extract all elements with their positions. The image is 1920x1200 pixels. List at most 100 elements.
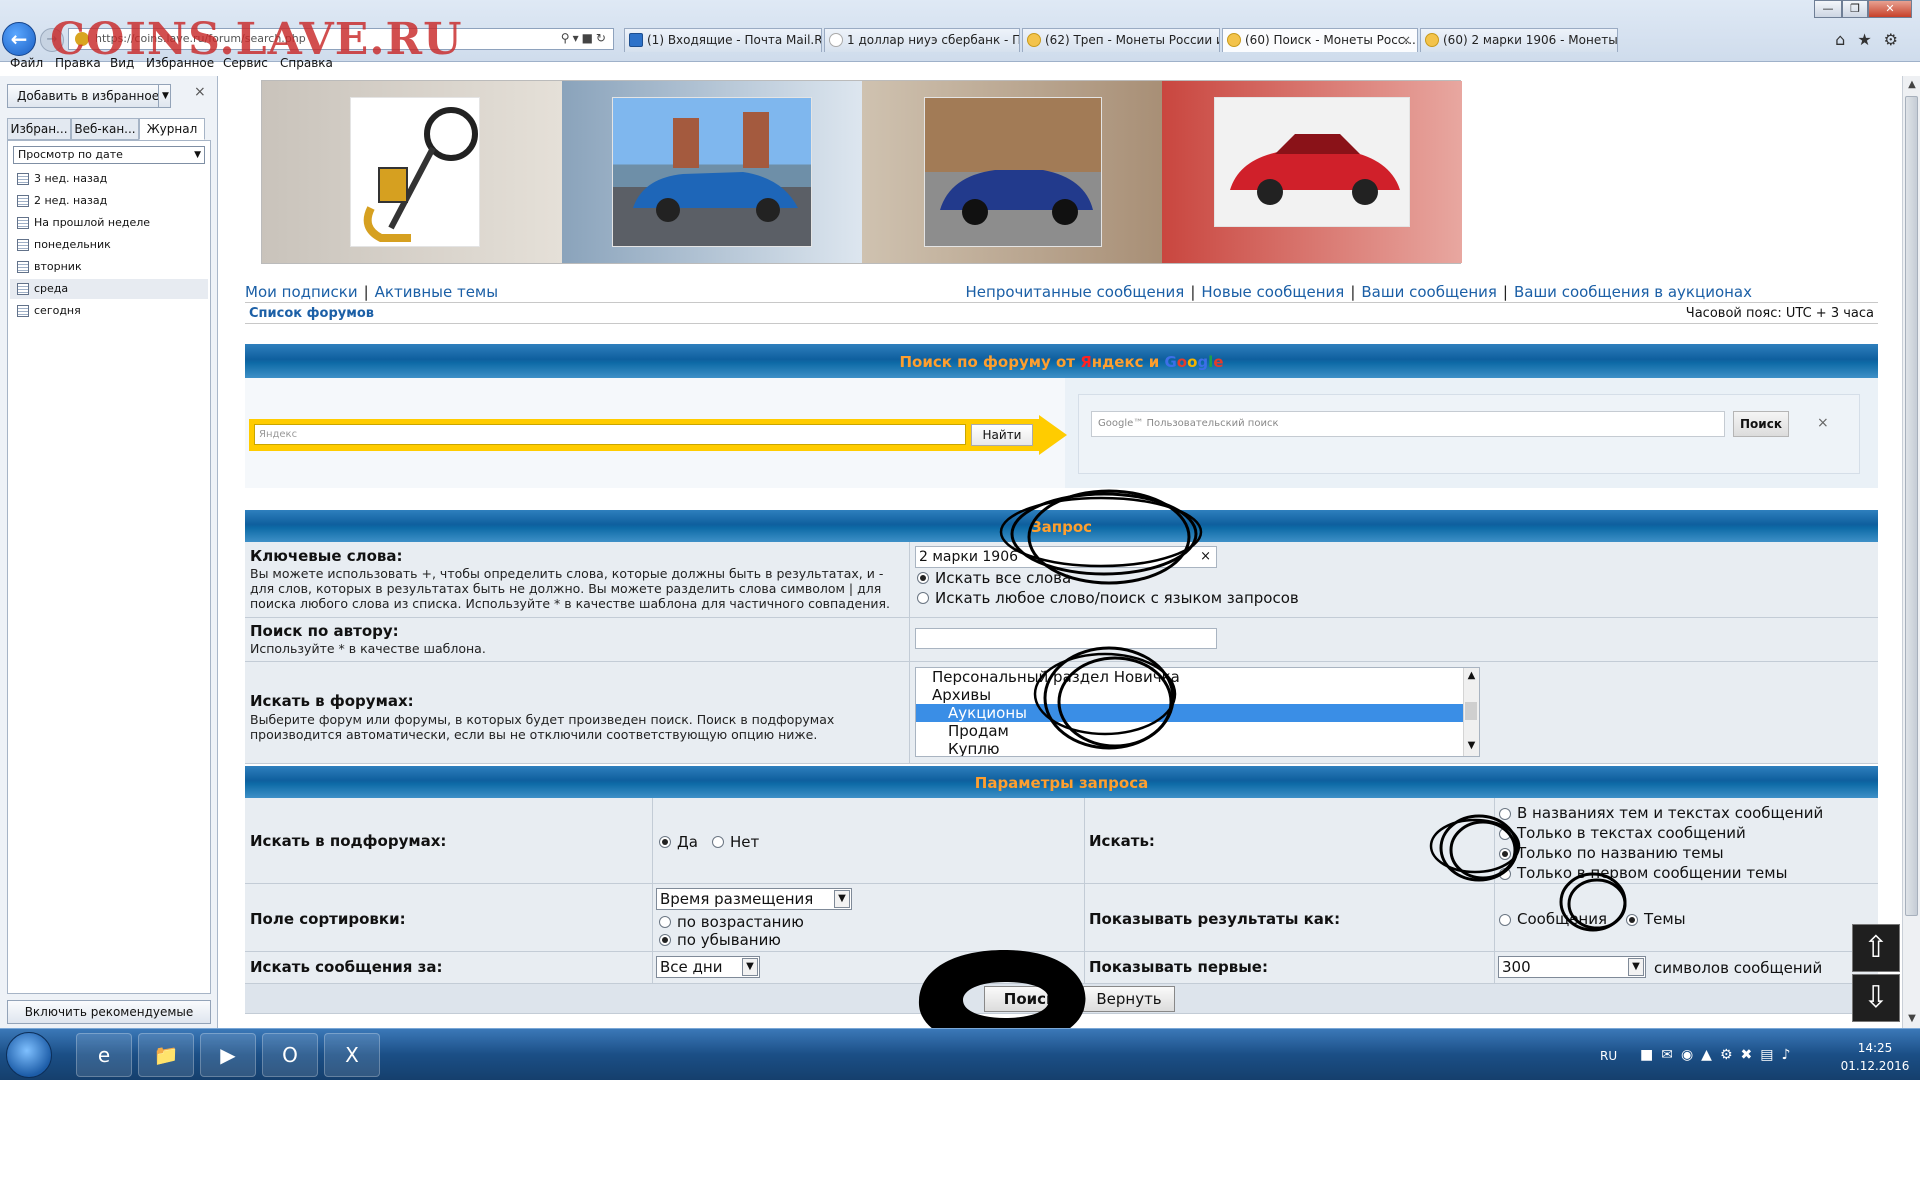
menu-file[interactable]: Файл xyxy=(10,56,43,70)
all-words-radio[interactable] xyxy=(917,572,929,584)
your-posts-link[interactable]: Ваши сообщения xyxy=(1361,283,1497,301)
history-item[interactable]: На прошлой неделе xyxy=(10,213,208,233)
author-input[interactable] xyxy=(915,628,1217,649)
tray-icons[interactable]: ■✉◉▲⚙✖▤♪ xyxy=(1640,1047,1798,1063)
ad-dark-blue-car[interactable] xyxy=(862,81,1162,263)
tab-favorites[interactable]: Избран... xyxy=(7,118,71,140)
scroll-thumb[interactable] xyxy=(1905,96,1918,916)
menu-view[interactable]: Вид xyxy=(110,56,134,70)
menu-edit[interactable]: Правка xyxy=(55,56,101,70)
chevron-up-icon[interactable]: ▲ xyxy=(1464,670,1479,681)
reset-button[interactable]: Вернуть xyxy=(1083,986,1175,1012)
internet-explorer-icon[interactable]: e xyxy=(76,1033,132,1077)
minimize-button[interactable]: — xyxy=(1814,0,1842,18)
any-word-radio[interactable] xyxy=(917,592,929,604)
forums-listbox[interactable]: Персональный раздел Новичка Архивы Аукци… xyxy=(915,667,1480,757)
ad-banner[interactable] xyxy=(261,80,1462,264)
chevron-up-icon[interactable]: ▲ xyxy=(1903,76,1920,94)
language-indicator[interactable]: RU xyxy=(1600,1049,1617,1063)
tab-history[interactable]: Журнал xyxy=(139,118,205,140)
address-tools-icons[interactable]: ⚲▾■↻ xyxy=(561,31,609,45)
history-item[interactable]: понедельник xyxy=(10,235,208,255)
folder-icon[interactable]: 📁 xyxy=(138,1033,194,1077)
history-item[interactable]: вторник xyxy=(10,257,208,277)
panel-close-icon[interactable]: × xyxy=(194,84,206,100)
listbox-scrollbar[interactable]: ▲ ▼ xyxy=(1463,668,1479,756)
start-button[interactable] xyxy=(6,1032,52,1078)
chevron-down-icon[interactable]: ▼ xyxy=(158,85,172,107)
period-select[interactable]: Все дни ▼ xyxy=(656,956,760,978)
menu-help[interactable]: Справка xyxy=(280,56,333,70)
tab-search-active[interactable]: (60) Поиск - Монеты Росс... × xyxy=(1222,28,1418,52)
search-in-radio[interactable] xyxy=(1499,868,1511,880)
ad-red-car[interactable] xyxy=(1162,81,1462,263)
forward-button[interactable]: → xyxy=(40,28,64,52)
back-button[interactable]: ← xyxy=(2,22,36,56)
scroll-bottom-arrow-icon[interactable]: ⇩ xyxy=(1852,974,1900,1022)
keywords-input[interactable]: 2 марки 1906 × xyxy=(915,546,1217,568)
chevron-down-icon[interactable]: ▼ xyxy=(834,890,850,908)
sort-asc-radio[interactable] xyxy=(659,916,671,928)
yandex-search-input[interactable]: Яндекс xyxy=(254,424,966,445)
scroll-thumb[interactable] xyxy=(1465,702,1477,720)
your-auction-posts-link[interactable]: Ваши сообщения в аукционах xyxy=(1514,283,1752,301)
tab-trep[interactable]: (62) Треп - Монеты России и ... xyxy=(1022,28,1220,52)
history-item[interactable]: 3 нед. назад xyxy=(10,169,208,189)
show-first-select[interactable]: 300 ▼ xyxy=(1498,956,1646,978)
forum-option-selected[interactable]: Аукционы xyxy=(916,704,1464,722)
ad-blue-car[interactable] xyxy=(562,81,862,263)
chevron-down-icon[interactable]: ▼ xyxy=(1464,740,1479,751)
show-posts-radio[interactable] xyxy=(1499,914,1511,926)
search-in-radio[interactable] xyxy=(1499,828,1511,840)
chevron-down-icon[interactable]: ▼ xyxy=(742,958,758,976)
maximize-button[interactable]: ❐ xyxy=(1842,0,1868,18)
forum-option[interactable]: Продам xyxy=(916,722,1464,740)
excel-icon[interactable]: X xyxy=(324,1033,380,1077)
menu-tools[interactable]: Сервис xyxy=(223,56,268,70)
page-scrollbar[interactable]: ▲ ▼ xyxy=(1902,76,1920,1028)
forum-option[interactable]: Куплю xyxy=(916,740,1464,756)
suggested-sites-button[interactable]: Включить рекомендуемые сай... xyxy=(7,1000,211,1041)
outlook-icon[interactable]: O xyxy=(262,1033,318,1077)
add-to-favorites-button[interactable]: Добавить в избранное ▼ xyxy=(7,84,171,108)
scroll-top-arrow-icon[interactable]: ⇧ xyxy=(1852,924,1900,972)
forum-option[interactable]: Архивы xyxy=(916,686,1464,704)
tab-2-marki[interactable]: (60) 2 марки 1906 - Монеты Р... xyxy=(1420,28,1618,52)
history-item[interactable]: сегодня xyxy=(10,301,208,321)
address-bar[interactable]: https://coins.lave.ru/forum/search.php ⚲… xyxy=(68,28,614,50)
sort-field-select[interactable]: Время размещения ▼ xyxy=(656,888,852,910)
history-item[interactable]: среда xyxy=(10,279,208,299)
home-favorites-settings-icons[interactable]: ⌂★⚙ xyxy=(1835,30,1910,49)
google-clear-icon[interactable]: × xyxy=(1817,415,1829,431)
my-subscriptions-link[interactable]: Мои подписки xyxy=(245,283,358,301)
ad-metal-detector[interactable] xyxy=(262,81,562,263)
new-posts-link[interactable]: Новые сообщения xyxy=(1201,283,1344,301)
clock[interactable]: 14:25 01.12.2016 xyxy=(1840,1039,1910,1075)
active-topics-link[interactable]: Активные темы xyxy=(375,283,498,301)
google-search-button[interactable]: Поиск xyxy=(1733,411,1789,437)
close-button[interactable]: ✕ xyxy=(1868,0,1912,18)
tab-mail[interactable]: (1) Входящие - Почта Mail.Ru xyxy=(624,28,822,52)
subforums-yes-radio[interactable] xyxy=(659,836,671,848)
history-item[interactable]: 2 нед. назад xyxy=(10,191,208,211)
tab-close-icon[interactable]: × xyxy=(1401,29,1411,51)
forum-list-link[interactable]: Список форумов xyxy=(249,306,374,321)
media-player-icon[interactable]: ▶ xyxy=(200,1033,256,1077)
tab-google[interactable]: 1 доллар ниуэ сбербанк - По... xyxy=(824,28,1020,52)
google-search-input[interactable]: Google™ Пользовательский поиск xyxy=(1091,411,1725,437)
yandex-find-button[interactable]: Найти xyxy=(971,424,1033,446)
search-in-radio-selected[interactable] xyxy=(1499,848,1511,860)
search-in-radio[interactable] xyxy=(1499,808,1511,820)
chevron-down-icon[interactable]: ▼ xyxy=(1903,1010,1920,1028)
forum-option[interactable]: Персональный раздел Новичка xyxy=(916,668,1464,686)
subforums-no-radio[interactable] xyxy=(712,836,724,848)
clear-input-icon[interactable]: × xyxy=(1200,547,1211,567)
unread-posts-link[interactable]: Непрочитанные сообщения xyxy=(966,283,1185,301)
sort-desc-radio[interactable] xyxy=(659,934,671,946)
menu-favorites[interactable]: Избранное xyxy=(146,56,214,70)
history-view-select[interactable]: Просмотр по дате ▼ xyxy=(13,146,205,164)
tab-feeds[interactable]: Веб-кан... xyxy=(71,118,139,140)
search-submit-button[interactable]: Поиск xyxy=(984,986,1076,1012)
show-topics-radio[interactable] xyxy=(1626,914,1638,926)
chevron-down-icon[interactable]: ▼ xyxy=(1628,958,1644,976)
